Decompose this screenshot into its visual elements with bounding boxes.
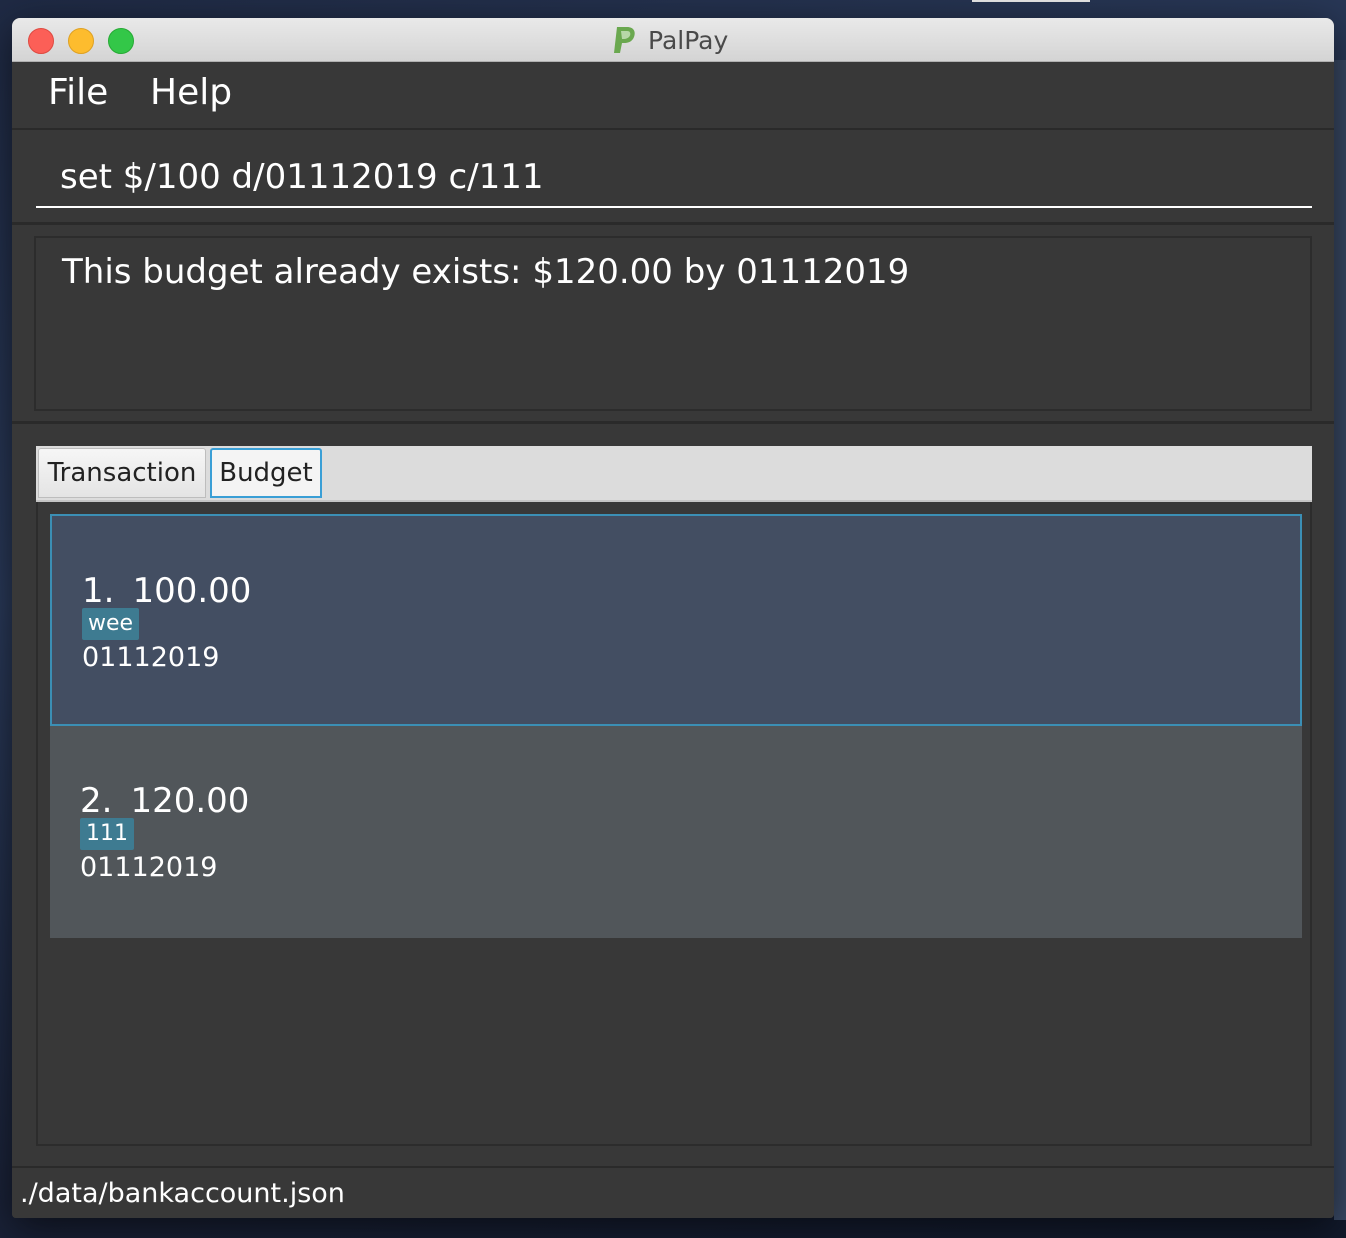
menu-bar: File Help: [12, 62, 1334, 130]
budget-deadline: 01112019: [80, 852, 218, 883]
command-box: [12, 130, 1334, 225]
category-tag: wee: [82, 608, 140, 640]
minimize-window-button[interactable]: [68, 28, 94, 54]
budget-amount: 1. 100.00: [82, 571, 251, 611]
budget-amount-value: 120.00: [130, 781, 250, 821]
result-message: This budget already exists: $120.00 by 0…: [62, 252, 910, 292]
window-title: PalPay: [648, 25, 729, 55]
tab-budget[interactable]: Budget: [210, 448, 322, 498]
budget-index: 2.: [80, 781, 113, 821]
title-bar[interactable]: PalPay: [12, 18, 1334, 62]
divider: [12, 421, 1334, 424]
list-item[interactable]: 1. 100.00 wee 01112019: [50, 514, 1302, 726]
desktop-background-edge: [1334, 60, 1346, 1220]
close-window-button[interactable]: [28, 28, 54, 54]
budget-list[interactable]: 1. 100.00 wee 01112019 2. 120.00 111 01112…: [36, 502, 1312, 1146]
budget-deadline: 01112019: [82, 642, 220, 673]
budget-index: 1.: [82, 571, 115, 611]
save-location: ./data/bankaccount.json: [20, 1178, 345, 1209]
list-item[interactable]: 2. 120.00 111 01112019: [50, 726, 1302, 938]
budget-amount-value: 100.00: [132, 571, 252, 611]
command-input[interactable]: [36, 148, 1312, 208]
tab-header: Transaction Budget: [36, 446, 1312, 502]
result-display: This budget already exists: $120.00 by 0…: [34, 236, 1312, 411]
status-bar: ./data/bankaccount.json: [12, 1166, 1334, 1218]
category-tag: 111: [80, 818, 134, 850]
budget-amount: 2. 120.00: [80, 781, 249, 821]
tab-transaction[interactable]: Transaction: [38, 448, 206, 498]
app-window: PalPay File Help This budget already exi…: [12, 18, 1334, 1218]
window-title-group: PalPay: [612, 24, 728, 56]
desktop-menubar-highlight: [972, 0, 1090, 2]
menu-help[interactable]: Help: [150, 72, 232, 113]
maximize-window-button[interactable]: [108, 28, 134, 54]
palpay-logo-icon: [614, 27, 635, 53]
menu-file[interactable]: File: [48, 72, 108, 113]
